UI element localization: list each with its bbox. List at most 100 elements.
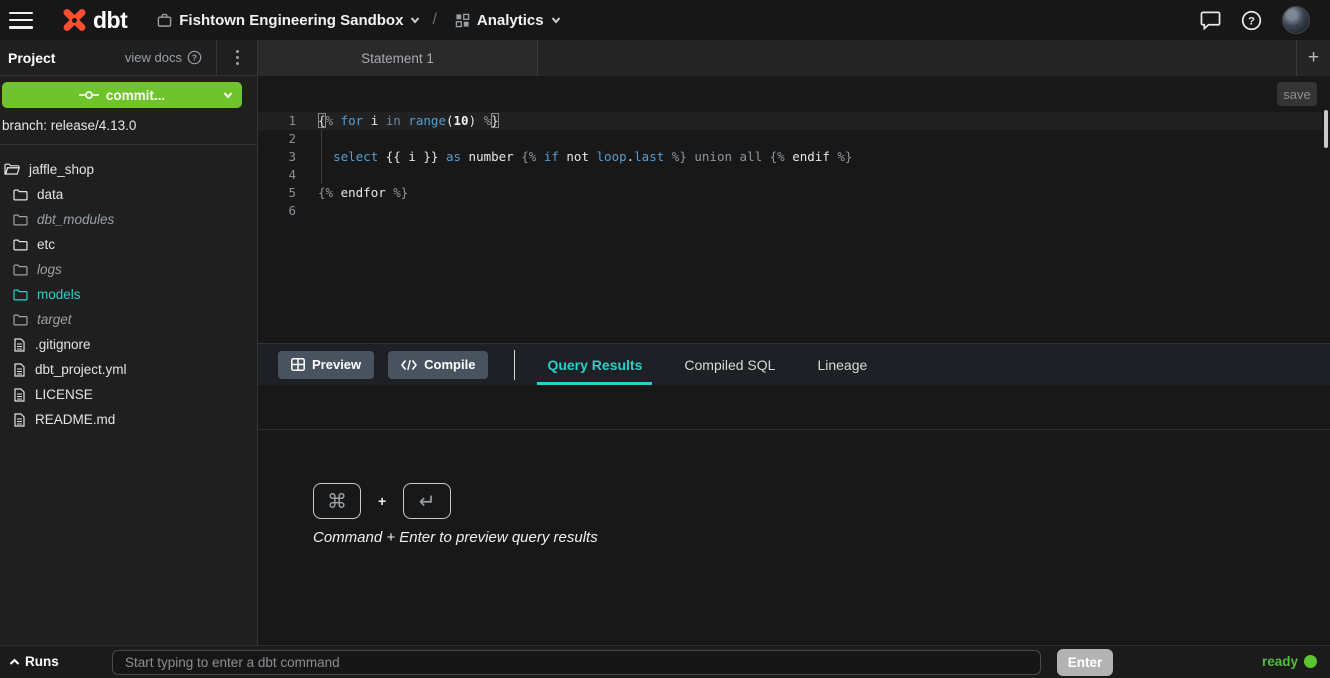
status-indicator: ready bbox=[1262, 654, 1317, 669]
svg-text:?: ? bbox=[1248, 15, 1255, 27]
folder-icon bbox=[13, 189, 28, 201]
user-avatar[interactable] bbox=[1282, 6, 1310, 34]
tree-item-readme-md[interactable]: README.md bbox=[0, 407, 257, 432]
code-line-3[interactable]: 3 select {{ i }} as number {% if not loo… bbox=[258, 148, 1322, 166]
tree-item-jaffle-shop[interactable]: jaffle_shop bbox=[0, 157, 257, 182]
editor-tab-bar: Statement 1 + bbox=[258, 40, 1330, 76]
line-number: 4 bbox=[258, 166, 296, 184]
help-icon[interactable]: ? bbox=[1241, 10, 1262, 31]
file-icon bbox=[13, 363, 26, 377]
tree-item-dbt-project-yml[interactable]: dbt_project.yml bbox=[0, 357, 257, 382]
plus-icon: + bbox=[1308, 47, 1319, 69]
new-tab-button[interactable]: + bbox=[1296, 40, 1330, 76]
file-tree: jaffle_shopdata dbt_modulesetclogs models t… bbox=[0, 145, 257, 432]
results-toolbar: Preview Compile Query Results Compiled S… bbox=[258, 343, 1330, 385]
return-key-icon: ↵ bbox=[403, 483, 451, 519]
runs-label: Runs bbox=[25, 654, 59, 669]
line-number: 2 bbox=[258, 130, 296, 148]
view-docs-label: view docs bbox=[125, 50, 182, 65]
code-line-6[interactable]: 6 bbox=[258, 202, 1322, 220]
compile-button[interactable]: Compile bbox=[388, 351, 488, 379]
tree-item-label: LICENSE bbox=[35, 387, 93, 402]
chevron-up-icon bbox=[9, 658, 20, 666]
project-name: Analytics bbox=[477, 12, 544, 29]
code-line-4[interactable]: 4 bbox=[258, 166, 1322, 184]
folder-icon bbox=[13, 214, 28, 226]
code-line-2[interactable]: 2 bbox=[258, 130, 1322, 148]
chevron-down-icon bbox=[410, 15, 420, 25]
git-commit-icon bbox=[79, 89, 99, 101]
query-results-panel: ⌘ + ↵ Command + Enter to preview query r… bbox=[258, 430, 1330, 645]
branch-label: branch: release/4.13.0 bbox=[0, 108, 257, 145]
tree-item-label: dbt_project.yml bbox=[35, 362, 127, 377]
tree-item-target[interactable]: target bbox=[0, 307, 257, 332]
indent-guide bbox=[321, 130, 322, 184]
tab-query-results[interactable]: Query Results bbox=[537, 344, 652, 386]
line-number: 6 bbox=[258, 202, 296, 220]
help-circle-icon: ? bbox=[187, 50, 202, 65]
code-line-1[interactable]: 1{% for i in range(10) %} bbox=[258, 112, 1322, 130]
tree-item-etc[interactable]: etc bbox=[0, 232, 257, 257]
file-icon bbox=[13, 338, 26, 352]
tree-item-label: .gitignore bbox=[35, 337, 91, 352]
file-icon bbox=[13, 413, 26, 427]
enter-button[interactable]: Enter bbox=[1057, 649, 1113, 676]
divider bbox=[514, 350, 515, 380]
commit-button[interactable]: commit... bbox=[2, 82, 242, 108]
chevron-down-icon[interactable] bbox=[223, 90, 233, 100]
dbt-logo-icon bbox=[61, 7, 87, 33]
shortcut-keys: ⌘ + ↵ bbox=[313, 483, 451, 519]
table-icon bbox=[291, 358, 305, 371]
top-nav-bar: dbt Fishtown Engineering Sandbox / Analy… bbox=[0, 0, 1330, 40]
tab-statement-1[interactable]: Statement 1 bbox=[258, 40, 538, 76]
tree-item-label: data bbox=[37, 187, 63, 202]
project-sidebar: Project view docs ? commit... branch: re… bbox=[0, 40, 258, 645]
results-subheader bbox=[258, 385, 1330, 430]
sidebar-title: Project bbox=[8, 50, 55, 66]
dbt-command-input[interactable] bbox=[112, 650, 1041, 675]
tree-item-dbt-modules[interactable]: dbt_modules bbox=[0, 207, 257, 232]
grid-icon bbox=[455, 13, 470, 28]
plus-glyph: + bbox=[378, 493, 386, 509]
hamburger-menu-icon[interactable] bbox=[9, 12, 33, 29]
dbt-logo[interactable]: dbt bbox=[61, 7, 127, 34]
main-panel: Statement 1 + save 1{% for i in range(10… bbox=[258, 40, 1330, 645]
kebab-menu-icon[interactable] bbox=[217, 50, 257, 65]
tab-compiled-sql[interactable]: Compiled SQL bbox=[674, 344, 785, 386]
tree-item-label: target bbox=[37, 312, 72, 327]
tree-item-label: README.md bbox=[35, 412, 115, 427]
command-key-icon: ⌘ bbox=[313, 483, 361, 519]
tab-lineage[interactable]: Lineage bbox=[807, 344, 877, 386]
tree-item-data[interactable]: data bbox=[0, 182, 257, 207]
code-editor[interactable]: save 1{% for i in range(10) %}23 select … bbox=[258, 76, 1330, 343]
account-switcher[interactable]: Fishtown Engineering Sandbox bbox=[157, 12, 420, 29]
preview-button[interactable]: Preview bbox=[278, 351, 374, 379]
line-number: 5 bbox=[258, 184, 296, 202]
tab-label: Statement 1 bbox=[361, 51, 434, 66]
folder-icon bbox=[13, 264, 28, 276]
tree-item-label: models bbox=[37, 287, 81, 302]
tree-item--gitignore[interactable]: .gitignore bbox=[0, 332, 257, 357]
tree-item-models[interactable]: models bbox=[0, 282, 257, 307]
tree-item-license[interactable]: LICENSE bbox=[0, 382, 257, 407]
editor-scrollbar[interactable] bbox=[1324, 110, 1328, 148]
chat-icon[interactable] bbox=[1200, 10, 1221, 30]
code-line-5[interactable]: 5{% endfor %} bbox=[258, 184, 1322, 202]
account-name: Fishtown Engineering Sandbox bbox=[179, 12, 403, 29]
compile-button-label: Compile bbox=[424, 357, 475, 372]
folder-icon bbox=[13, 239, 28, 251]
save-button[interactable]: save bbox=[1277, 82, 1317, 106]
tab-label: Query Results bbox=[547, 357, 642, 373]
sidebar-header: Project view docs ? bbox=[0, 40, 257, 76]
breadcrumb-separator: / bbox=[432, 11, 436, 29]
project-switcher[interactable]: Analytics bbox=[455, 12, 561, 29]
chevron-down-icon bbox=[551, 15, 561, 25]
preview-button-label: Preview bbox=[312, 357, 361, 372]
dbt-logo-text: dbt bbox=[93, 7, 127, 34]
tree-item-label: dbt_modules bbox=[37, 212, 114, 227]
runs-toggle[interactable]: Runs bbox=[9, 654, 59, 669]
tree-item-logs[interactable]: logs bbox=[0, 257, 257, 282]
view-docs-link[interactable]: view docs ? bbox=[125, 50, 202, 65]
code-lines: 1{% for i in range(10) %}23 select {{ i … bbox=[258, 112, 1322, 220]
command-bar: Runs Enter ready bbox=[0, 645, 1330, 678]
